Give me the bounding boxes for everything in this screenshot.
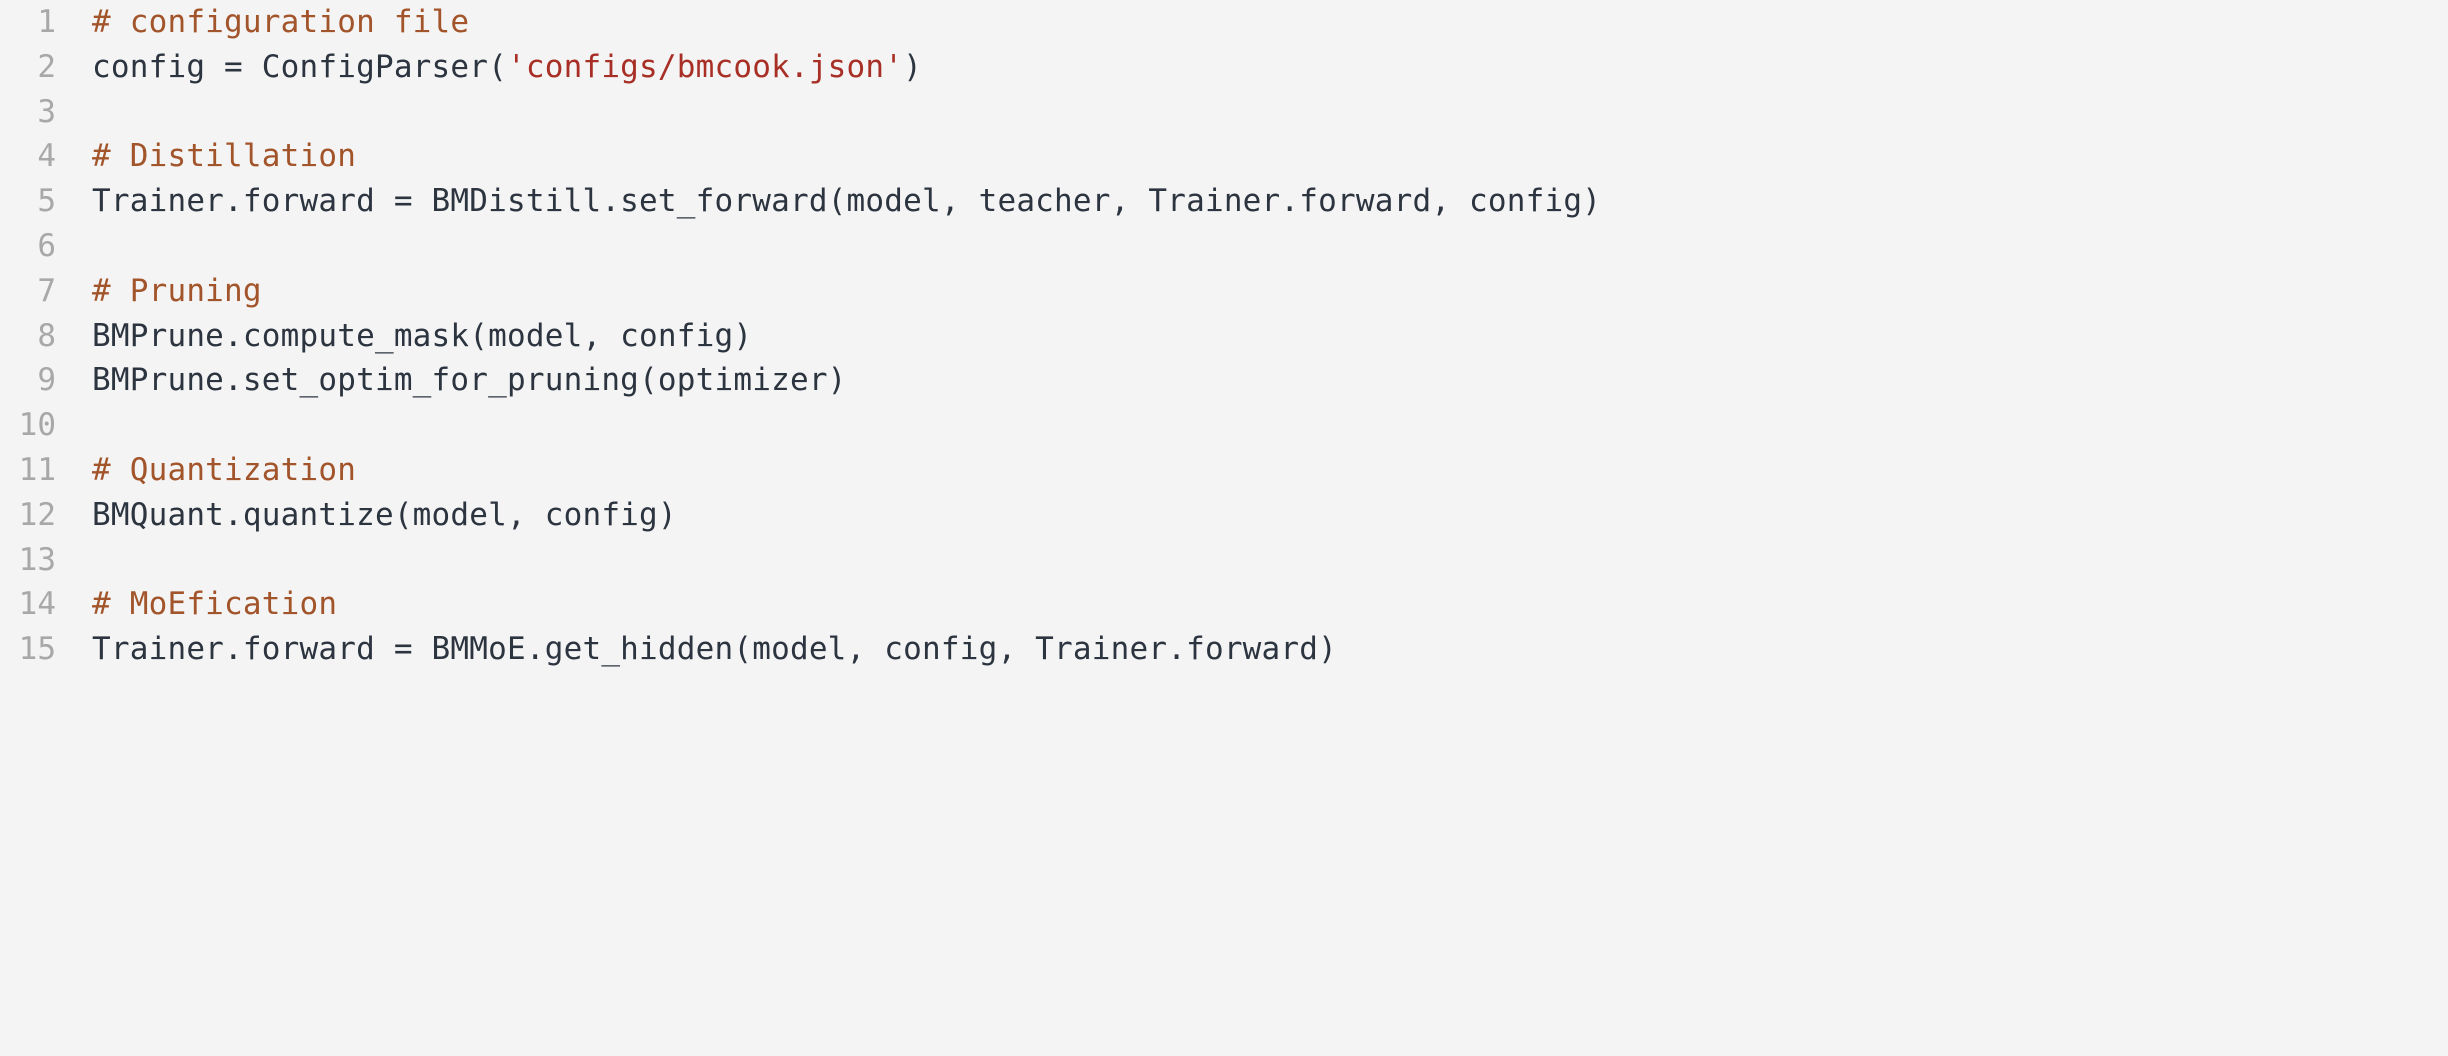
line-content: BMPrune.set_optim_for_pruning(optimizer) [56, 358, 2448, 403]
line-content: BMQuant.quantize(model, config) [56, 493, 2448, 538]
line-content: # MoEfication [56, 582, 2448, 627]
token-plain: ) [903, 48, 923, 85]
token-comment: # Distillation [92, 138, 357, 175]
line-number: 9 [37, 362, 56, 399]
line-number: 13 [18, 541, 56, 578]
line-content: BMPrune.compute_mask(model, config) [56, 314, 2448, 359]
line-number: 2 [37, 48, 56, 85]
line-number: 1 [37, 4, 56, 40]
line-number: 11 [18, 451, 56, 488]
token-comment: # Pruning [92, 272, 262, 309]
token-plain: BMQuant.quantize(model, config) [92, 496, 677, 533]
code-line: 6 [0, 224, 2448, 269]
code-line: 12 BMQuant.quantize(model, config) [0, 493, 2448, 538]
line-content: Trainer.forward = BMMoE.get_hidden(model… [56, 627, 2448, 672]
code-line: 11 # Quantization [0, 448, 2448, 493]
line-number: 6 [37, 227, 56, 264]
code-line: 14 # MoEfication [0, 582, 2448, 627]
token-comment: # configuration file [92, 4, 470, 40]
code-line: 4 # Distillation [0, 134, 2448, 179]
line-number: 14 [18, 586, 56, 623]
line-content: Trainer.forward = BMDistill.set_forward(… [56, 179, 2448, 224]
line-number: 10 [18, 407, 56, 444]
code-line: 8 BMPrune.compute_mask(model, config) [0, 314, 2448, 359]
token-plain: Trainer.forward = BMDistill.set_forward(… [92, 183, 1602, 220]
code-line: 10 [0, 403, 2448, 448]
line-content: # Quantization [56, 448, 2448, 493]
code-block[interactable]: 1 # configuration file 2 config = ConfigPar… [0, 0, 2448, 1056]
line-number: 7 [37, 272, 56, 309]
code-line: 13 [0, 538, 2448, 583]
code-line: 5 Trainer.forward = BMDistill.set_forward… [0, 179, 2448, 224]
code-line: 7 # Pruning [0, 269, 2448, 314]
line-number: 8 [37, 317, 56, 354]
line-number: 5 [37, 183, 56, 220]
line-number: 15 [18, 631, 56, 668]
code-line: 15 Trainer.forward = BMMoE.get_hidden(mod… [0, 627, 2448, 672]
token-plain: config = ConfigParser( [92, 48, 507, 85]
line-content: config = ConfigParser('configs/bmcook.js… [56, 45, 2448, 90]
code-line: 3 [0, 90, 2448, 135]
token-comment: # MoEfication [92, 586, 338, 623]
token-comment: # Quantization [92, 451, 357, 488]
line-content: # Distillation [56, 134, 2448, 179]
token-plain: Trainer.forward = BMMoE.get_hidden(model… [92, 631, 1337, 668]
token-plain: BMPrune.set_optim_for_pruning(optimizer) [92, 362, 847, 399]
token-string: 'configs/bmcook.json' [507, 48, 904, 85]
line-content: # Pruning [56, 269, 2448, 314]
code-line: 1 # configuration file [0, 0, 2448, 45]
line-number: 4 [37, 138, 56, 175]
token-plain: BMPrune.compute_mask(model, config) [92, 317, 753, 354]
line-content: # configuration file [56, 0, 2448, 45]
code-line: 2 config = ConfigParser('configs/bmcook.j… [0, 45, 2448, 90]
code-line: 9 BMPrune.set_optim_for_pruning(optimizer… [0, 358, 2448, 403]
line-number: 3 [37, 93, 56, 130]
line-number: 12 [18, 496, 56, 533]
